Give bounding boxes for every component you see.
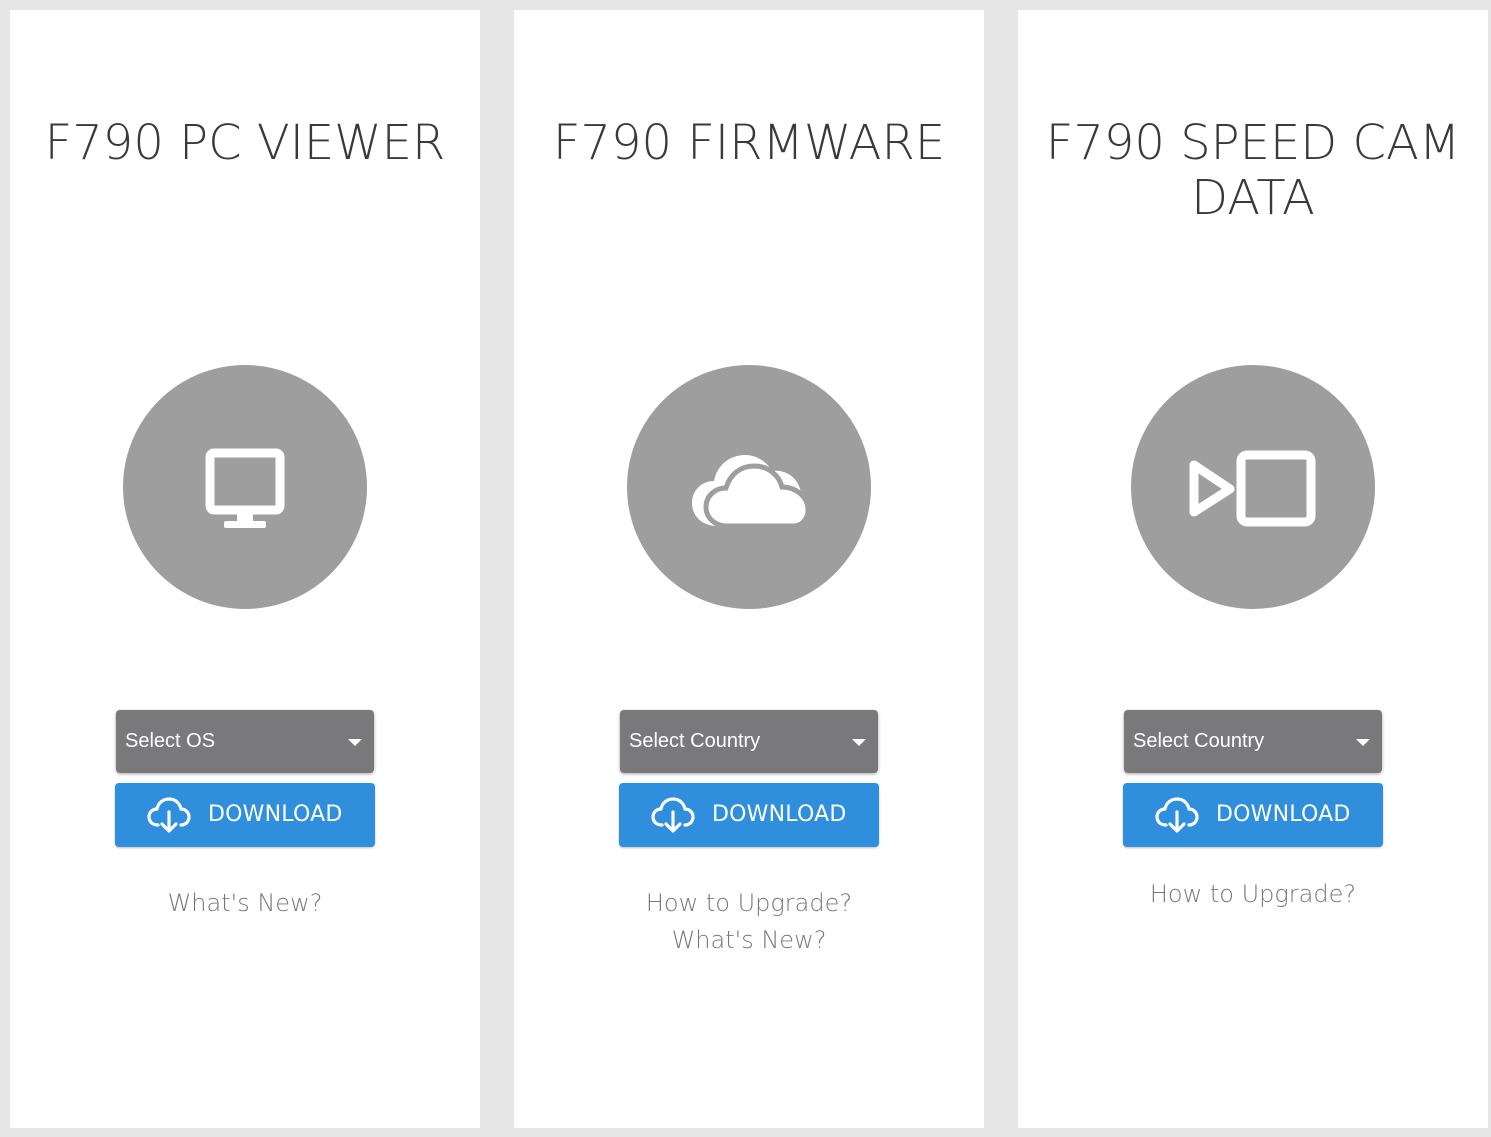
how-to-upgrade-link[interactable]: How to Upgrade? — [1018, 876, 1488, 913]
card-firmware: F790 FIRMWARE Select Country DOWNLOAD Ho… — [514, 10, 984, 1128]
select-label: Select OS — [125, 730, 216, 752]
caret-down-icon — [852, 739, 866, 746]
cloud-download-icon — [1155, 797, 1199, 833]
download-button[interactable]: DOWNLOAD — [619, 783, 879, 847]
cloud-download-icon — [147, 797, 191, 833]
card-title: F790 PC VIEWER — [44, 115, 446, 171]
card-links: How to Upgrade? What's New? — [514, 885, 984, 959]
card-title: F790 SPEED CAM DATA — [1045, 115, 1461, 226]
caret-down-icon — [1356, 739, 1370, 746]
download-label: DOWNLOAD — [1216, 802, 1351, 827]
card-links: How to Upgrade? — [1018, 876, 1488, 913]
download-button[interactable]: DOWNLOAD — [1123, 783, 1383, 847]
card-title: F790 FIRMWARE — [552, 115, 946, 171]
how-to-upgrade-link[interactable]: How to Upgrade? — [514, 885, 984, 922]
select-label: Select Country — [1133, 730, 1265, 752]
cloud-icon — [627, 365, 871, 609]
download-label: DOWNLOAD — [712, 802, 847, 827]
select-country-dropdown[interactable]: Select Country — [620, 710, 878, 773]
select-os-dropdown[interactable]: Select OS — [116, 710, 374, 773]
select-label: Select Country — [629, 730, 761, 752]
card-speed-cam-data: F790 SPEED CAM DATA Select Country DOWNL… — [1018, 10, 1488, 1128]
card-links: What's New? — [10, 885, 480, 922]
card-pc-viewer: F790 PC VIEWER Select OS DOWNLOAD What's… — [10, 10, 480, 1128]
select-country-dropdown[interactable]: Select Country — [1124, 710, 1382, 773]
video-camera-icon — [1131, 365, 1375, 609]
cloud-download-icon — [651, 797, 695, 833]
whats-new-link[interactable]: What's New? — [10, 885, 480, 922]
whats-new-link[interactable]: What's New? — [514, 922, 984, 959]
download-label: DOWNLOAD — [208, 802, 343, 827]
download-button[interactable]: DOWNLOAD — [115, 783, 375, 847]
caret-down-icon — [348, 739, 362, 746]
monitor-icon — [123, 365, 367, 609]
